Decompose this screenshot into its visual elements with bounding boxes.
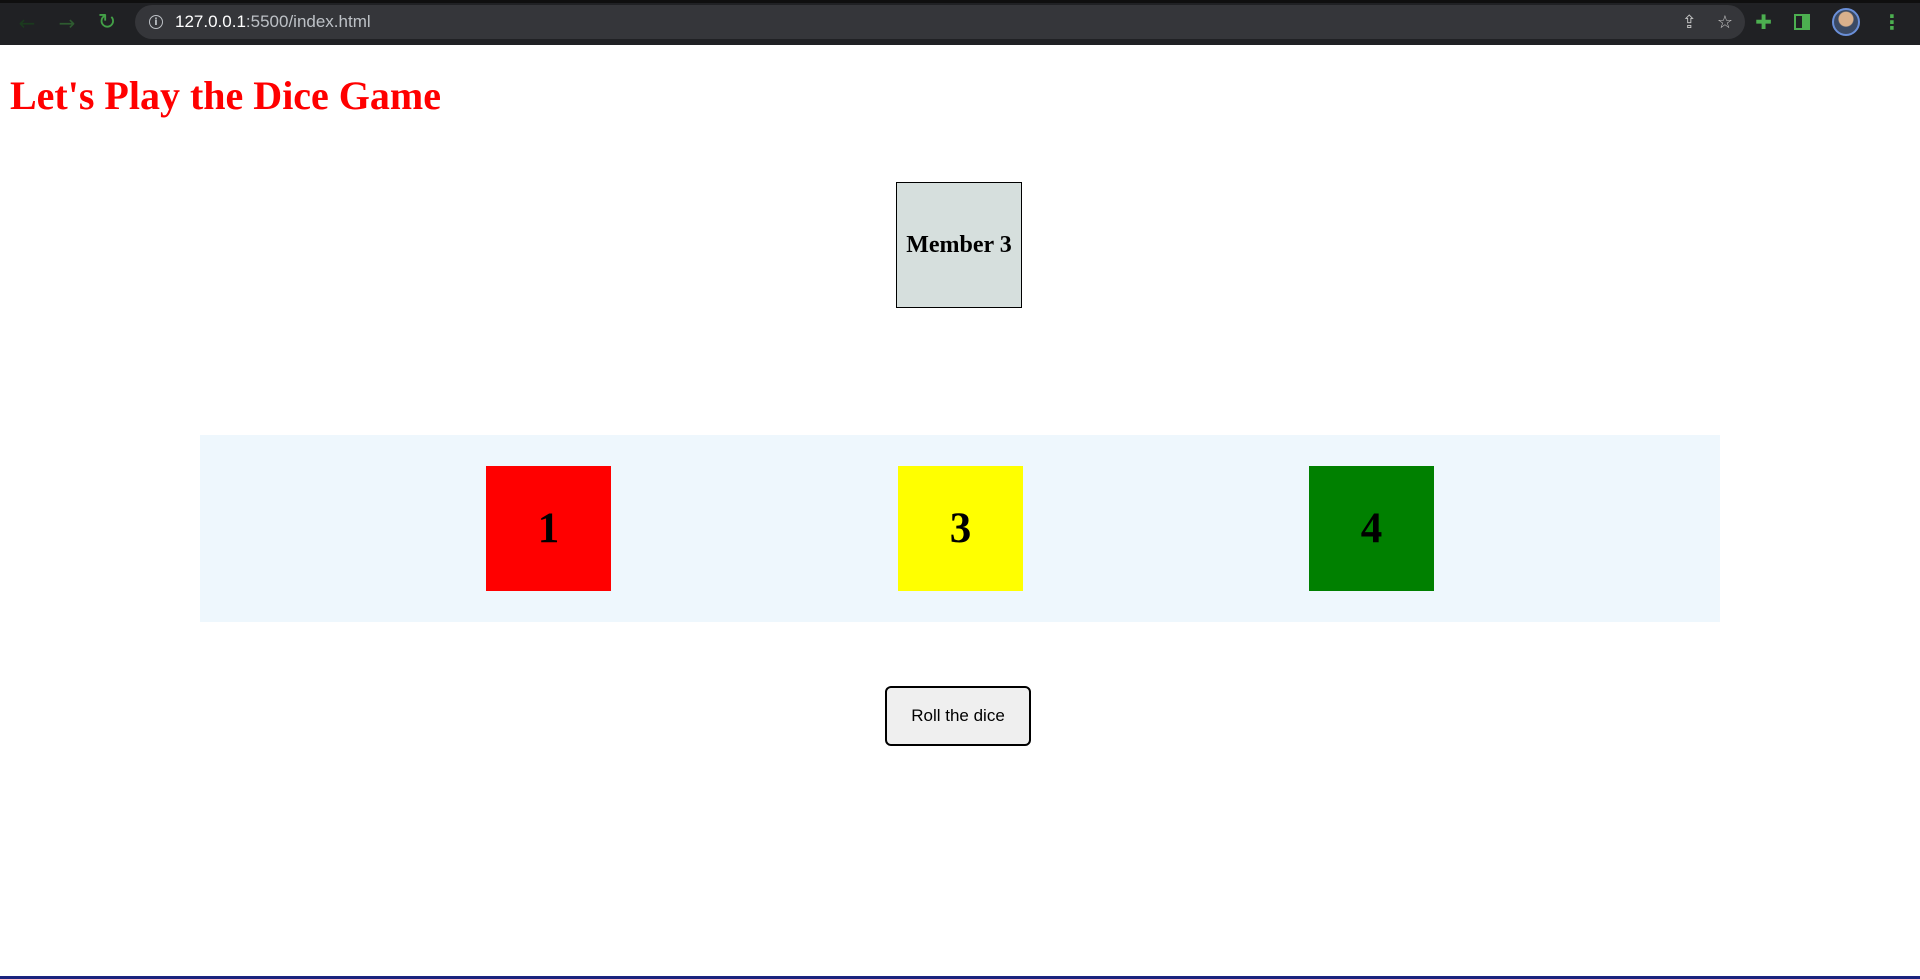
die-value: 4 (1360, 505, 1383, 552)
current-member-box: Member 3 (896, 182, 1022, 308)
back-arrow-icon[interactable]: ← (12, 8, 42, 38)
site-info-icon[interactable]: i (149, 15, 163, 29)
dice-container: 1 3 4 (200, 435, 1720, 622)
browser-toolbar: ← → ↻ i 127.0.0.1:5500/index.html ⇪ ☆ ✚ … (0, 0, 1920, 45)
toolbar-icons: ✚ ⋮ (1755, 7, 1902, 37)
url-path: :5500/index.html (245, 12, 371, 31)
die-green: 4 (1309, 466, 1434, 591)
profile-avatar[interactable] (1832, 8, 1860, 36)
extensions-puzzle-icon[interactable]: ✚ (1755, 10, 1772, 34)
url-text[interactable]: 127.0.0.1:5500/index.html (175, 12, 371, 32)
die-value: 3 (949, 505, 972, 552)
side-panel-icon[interactable] (1794, 14, 1810, 30)
die-yellow: 3 (898, 466, 1023, 591)
page-title: Let's Play the Dice Game (10, 73, 441, 118)
browser-menu-icon[interactable]: ⋮ (1882, 10, 1902, 34)
bookmark-star-icon[interactable]: ☆ (1717, 12, 1733, 33)
tab-strip (0, 0, 1920, 3)
roll-dice-button[interactable]: Roll the dice (885, 686, 1031, 746)
die-red: 1 (486, 466, 611, 591)
reload-icon[interactable]: ↻ (92, 8, 122, 38)
address-bar[interactable]: i 127.0.0.1:5500/index.html ⇪ ☆ (135, 5, 1745, 39)
forward-arrow-icon[interactable]: → (52, 8, 82, 38)
die-value: 1 (537, 505, 560, 552)
address-bar-actions: ⇪ ☆ (1682, 5, 1733, 39)
share-icon[interactable]: ⇪ (1682, 12, 1697, 33)
member-label: Member 3 (906, 231, 1012, 258)
url-host: 127.0.0.1 (175, 12, 246, 31)
